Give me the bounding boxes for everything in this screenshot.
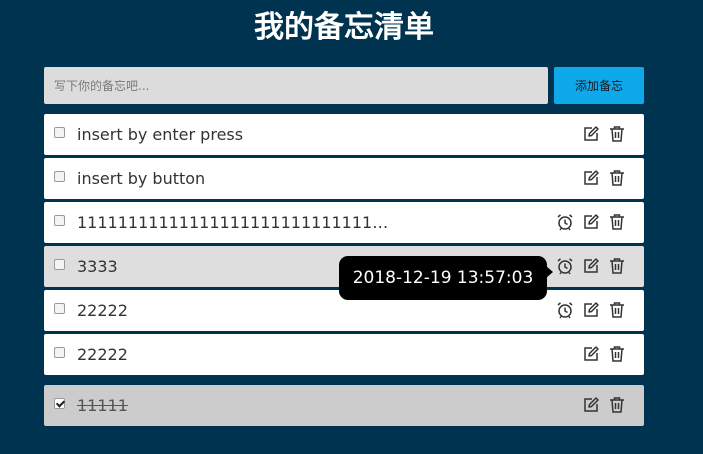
todo-item: insert by button xyxy=(44,158,644,199)
todo-item: insert by enter press xyxy=(44,114,644,155)
todo-text: insert by button xyxy=(77,169,206,188)
trash-icon[interactable] xyxy=(608,345,626,363)
edit-icon[interactable] xyxy=(582,213,600,231)
todo-checkbox[interactable] xyxy=(54,259,65,270)
todo-text: 11111111111111111111111111111… xyxy=(77,213,389,232)
todo-item: 11111111111111111111111111111… xyxy=(44,202,644,243)
trash-icon[interactable] xyxy=(608,213,626,231)
todo-checkbox[interactable] xyxy=(54,215,65,226)
todo-checkbox[interactable] xyxy=(54,303,65,314)
trash-icon[interactable] xyxy=(608,396,626,414)
edit-icon[interactable] xyxy=(582,169,600,187)
todo-text: 11111 xyxy=(77,396,128,415)
add-memo-button[interactable]: 添加备忘 xyxy=(554,67,644,104)
trash-icon[interactable] xyxy=(608,257,626,275)
edit-icon[interactable] xyxy=(582,396,600,414)
edit-icon[interactable] xyxy=(582,257,600,275)
memo-input[interactable] xyxy=(44,67,548,104)
alarm-clock-icon[interactable] xyxy=(556,301,574,319)
alarm-clock-icon[interactable] xyxy=(556,257,574,275)
trash-icon[interactable] xyxy=(608,169,626,187)
edit-icon[interactable] xyxy=(582,345,600,363)
todo-text: 22222 xyxy=(77,345,128,364)
todo-checkbox[interactable] xyxy=(54,171,65,182)
trash-icon[interactable] xyxy=(608,125,626,143)
alarm-time-tooltip: 2018-12-19 13:57:03 xyxy=(339,256,553,300)
todo-item-completed: 11111 xyxy=(44,385,644,426)
edit-icon[interactable] xyxy=(582,125,600,143)
todo-item: 22222 xyxy=(44,334,644,375)
todo-checkbox[interactable] xyxy=(54,127,65,138)
todo-text: 22222 xyxy=(77,301,128,320)
alarm-clock-icon[interactable] xyxy=(556,213,574,231)
trash-icon[interactable] xyxy=(608,301,626,319)
todo-text: insert by enter press xyxy=(77,125,244,144)
page-title: 我的备忘清单 xyxy=(254,10,434,45)
edit-icon[interactable] xyxy=(582,301,600,319)
todo-text: 3333 xyxy=(77,257,118,276)
todo-checkbox[interactable] xyxy=(54,347,65,358)
todo-checkbox[interactable] xyxy=(54,398,65,409)
